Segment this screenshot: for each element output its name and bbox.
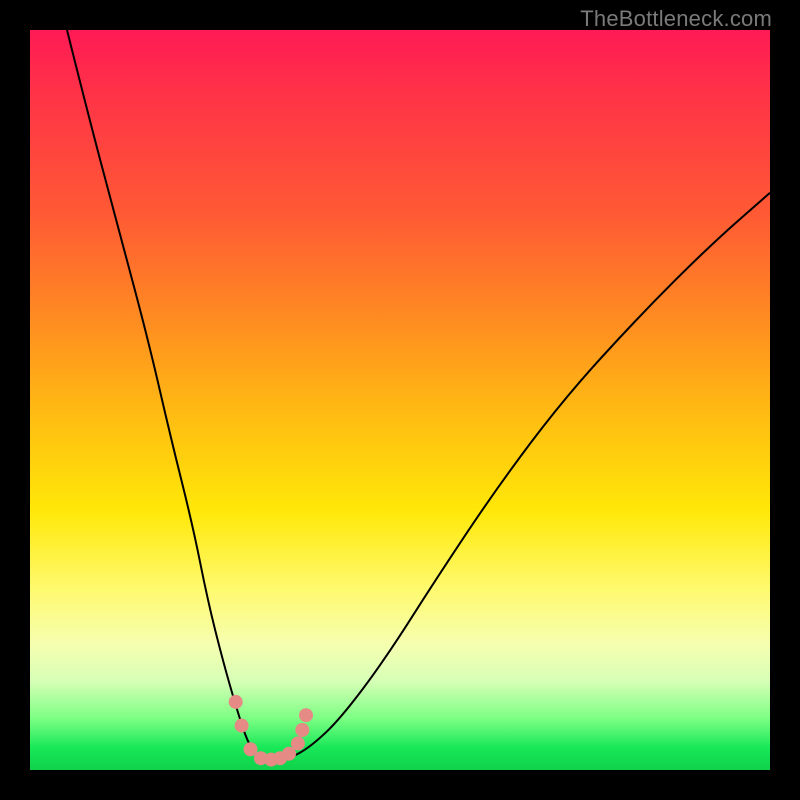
marker-group bbox=[229, 695, 313, 767]
outer-frame: TheBottleneck.com bbox=[0, 0, 800, 800]
bottleneck-curve bbox=[67, 30, 770, 761]
marker-dot bbox=[229, 695, 243, 709]
chart-svg bbox=[30, 30, 770, 770]
watermark-text: TheBottleneck.com bbox=[580, 6, 772, 32]
marker-dot bbox=[235, 719, 249, 733]
marker-dot bbox=[295, 723, 309, 737]
marker-dot bbox=[291, 736, 305, 750]
plot-area bbox=[30, 30, 770, 770]
marker-dot bbox=[299, 708, 313, 722]
